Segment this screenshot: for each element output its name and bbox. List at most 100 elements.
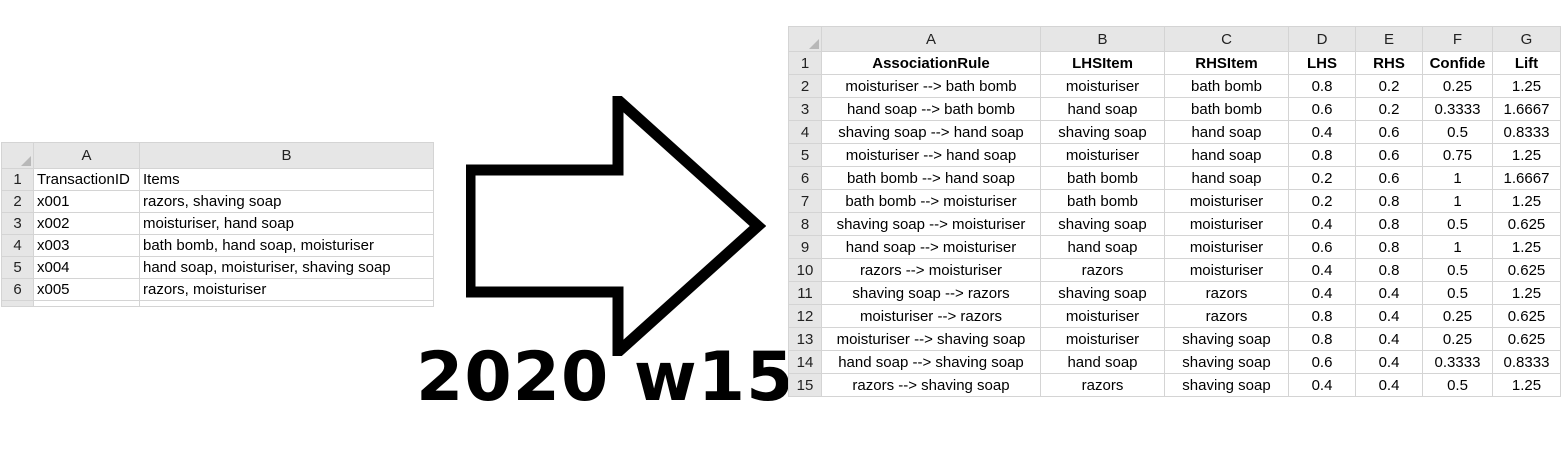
- cell[interactable]: bath bomb: [1164, 97, 1289, 121]
- cell[interactable]: 0.4: [1288, 258, 1356, 282]
- cell[interactable]: moisturiser, hand soap: [139, 212, 434, 235]
- row-header[interactable]: 8: [788, 212, 822, 236]
- cell[interactable]: 1.25: [1492, 143, 1561, 167]
- row-header[interactable]: 6: [788, 166, 822, 190]
- column-header-e[interactable]: E: [1355, 26, 1423, 52]
- cell[interactable]: 0.8: [1355, 212, 1423, 236]
- cell[interactable]: 0.4: [1355, 350, 1423, 374]
- cell[interactable]: hand soap --> bath bomb: [821, 97, 1041, 121]
- cell[interactable]: 1.25: [1492, 235, 1561, 259]
- cell[interactable]: x003: [33, 234, 140, 257]
- cell[interactable]: 0.8: [1355, 189, 1423, 213]
- cell[interactable]: 0.4: [1288, 212, 1356, 236]
- select-all-corner-icon[interactable]: [788, 26, 822, 52]
- cell[interactable]: shaving soap: [1040, 120, 1165, 144]
- cell[interactable]: 0.4: [1355, 304, 1423, 328]
- cell[interactable]: 0.5: [1422, 281, 1493, 305]
- cell[interactable]: hand soap: [1164, 120, 1289, 144]
- cell[interactable]: 0.4: [1288, 373, 1356, 397]
- cell[interactable]: moisturiser: [1164, 258, 1289, 282]
- cell[interactable]: moisturiser: [1040, 74, 1165, 98]
- cell[interactable]: hand soap: [1040, 350, 1165, 374]
- cell[interactable]: 0.6: [1288, 97, 1356, 121]
- row-header[interactable]: 5: [788, 143, 822, 167]
- cell[interactable]: 0.8: [1355, 258, 1423, 282]
- cell[interactable]: 0.3333: [1422, 97, 1493, 121]
- cell[interactable]: 0.5: [1422, 373, 1493, 397]
- cell[interactable]: shaving soap --> moisturiser: [821, 212, 1041, 236]
- cell[interactable]: 0.4: [1355, 327, 1423, 351]
- cell[interactable]: shaving soap: [1164, 350, 1289, 374]
- cell[interactable]: 0.4: [1288, 281, 1356, 305]
- row-header[interactable]: 2: [788, 74, 822, 98]
- cell[interactable]: 1: [1422, 235, 1493, 259]
- cell[interactable]: razors, moisturiser: [139, 278, 434, 301]
- cell[interactable]: moisturiser --> bath bomb: [821, 74, 1041, 98]
- cell[interactable]: x005: [33, 278, 140, 301]
- cell[interactable]: 0.4: [1355, 373, 1423, 397]
- cell[interactable]: 0.8: [1288, 304, 1356, 328]
- cell[interactable]: Items: [139, 168, 434, 191]
- cell[interactable]: shaving soap --> hand soap: [821, 120, 1041, 144]
- cell[interactable]: bath bomb --> moisturiser: [821, 189, 1041, 213]
- cell[interactable]: LHSItem: [1040, 51, 1165, 75]
- cell[interactable]: 1.25: [1492, 373, 1561, 397]
- cell[interactable]: Confide: [1422, 51, 1493, 75]
- cell[interactable]: bath bomb: [1040, 166, 1165, 190]
- column-header-b[interactable]: B: [1040, 26, 1165, 52]
- cell[interactable]: x002: [33, 212, 140, 235]
- cell[interactable]: 0.6: [1288, 350, 1356, 374]
- cell[interactable]: 1: [1422, 189, 1493, 213]
- cell[interactable]: moisturiser --> shaving soap: [821, 327, 1041, 351]
- cell[interactable]: Lift: [1492, 51, 1561, 75]
- row-header[interactable]: 13: [788, 327, 822, 351]
- cell[interactable]: RHSItem: [1164, 51, 1289, 75]
- cell[interactable]: hand soap --> moisturiser: [821, 235, 1041, 259]
- cell[interactable]: moisturiser: [1164, 235, 1289, 259]
- cell[interactable]: shaving soap: [1040, 212, 1165, 236]
- cell[interactable]: moisturiser: [1164, 212, 1289, 236]
- cell[interactable]: 0.8: [1288, 74, 1356, 98]
- cell[interactable]: razors: [1040, 373, 1165, 397]
- cell[interactable]: moisturiser: [1040, 143, 1165, 167]
- cell[interactable]: moisturiser --> hand soap: [821, 143, 1041, 167]
- row-header[interactable]: 11: [788, 281, 822, 305]
- cell[interactable]: 0.625: [1492, 327, 1561, 351]
- cell[interactable]: hand soap: [1040, 235, 1165, 259]
- column-header-c[interactable]: C: [1164, 26, 1289, 52]
- column-header-d[interactable]: D: [1288, 26, 1356, 52]
- cell[interactable]: hand soap: [1040, 97, 1165, 121]
- column-header-b[interactable]: B: [139, 142, 434, 169]
- cell[interactable]: 0.3333: [1422, 350, 1493, 374]
- cell[interactable]: bath bomb --> hand soap: [821, 166, 1041, 190]
- column-header-f[interactable]: F: [1422, 26, 1493, 52]
- row-header[interactable]: 1: [788, 51, 822, 75]
- cell[interactable]: bath bomb: [1164, 74, 1289, 98]
- cell[interactable]: 0.8: [1288, 327, 1356, 351]
- cell[interactable]: hand soap: [1164, 143, 1289, 167]
- row-header[interactable]: 14: [788, 350, 822, 374]
- cell[interactable]: moisturiser: [1040, 327, 1165, 351]
- row-header[interactable]: 15: [788, 373, 822, 397]
- cell[interactable]: x001: [33, 190, 140, 213]
- cell[interactable]: shaving soap --> razors: [821, 281, 1041, 305]
- cell[interactable]: moisturiser --> razors: [821, 304, 1041, 328]
- cell[interactable]: 0.4: [1355, 281, 1423, 305]
- cell[interactable]: 1.25: [1492, 281, 1561, 305]
- cell[interactable]: hand soap --> shaving soap: [821, 350, 1041, 374]
- row-header[interactable]: 4: [788, 120, 822, 144]
- cell[interactable]: shaving soap: [1040, 281, 1165, 305]
- cell[interactable]: 0.25: [1422, 74, 1493, 98]
- cell[interactable]: 1.6667: [1492, 97, 1561, 121]
- cell[interactable]: hand soap: [1164, 166, 1289, 190]
- cell[interactable]: LHS: [1288, 51, 1356, 75]
- column-header-a[interactable]: A: [33, 142, 140, 169]
- cell[interactable]: 0.8: [1288, 143, 1356, 167]
- cell[interactable]: x004: [33, 256, 140, 279]
- cell[interactable]: 1.6667: [1492, 166, 1561, 190]
- cell[interactable]: 0.2: [1288, 166, 1356, 190]
- cell[interactable]: razors: [1164, 304, 1289, 328]
- cell[interactable]: 1: [1422, 166, 1493, 190]
- cell[interactable]: shaving soap: [1164, 327, 1289, 351]
- cell[interactable]: 0.6: [1288, 235, 1356, 259]
